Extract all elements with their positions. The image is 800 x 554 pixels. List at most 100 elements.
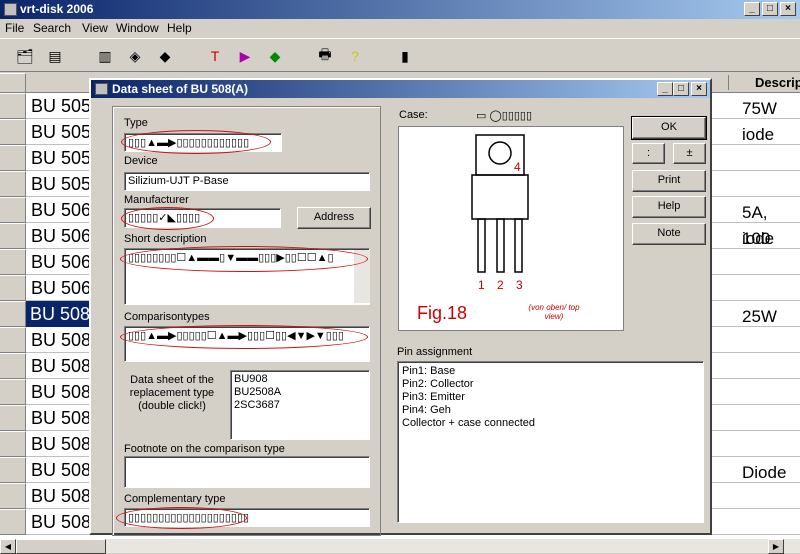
row-header[interactable] — [0, 249, 26, 275]
dialog-title: Data sheet of BU 508(A) — [112, 82, 249, 96]
lead-1 — [477, 218, 486, 273]
row-header[interactable] — [0, 405, 26, 431]
close-button[interactable]: × — [780, 2, 796, 16]
row-header[interactable] — [0, 275, 26, 301]
horizontal-scrollbar[interactable]: ◀ ▶ — [0, 538, 800, 554]
footnote-field[interactable] — [124, 456, 370, 488]
component-name: BU 506 — [31, 200, 92, 220]
plus-minus-button[interactable]: ± — [673, 143, 706, 164]
menubar: File Search View Window Help — [0, 19, 800, 37]
pin-number-4: 4 — [514, 160, 521, 174]
pin-line: Pin3: Emitter — [402, 391, 465, 403]
pin-line: Pin1: Base — [402, 365, 456, 377]
device-field[interactable]: Silizium-UJT P-Base — [124, 172, 370, 191]
ic-icon[interactable]: ◆ — [264, 45, 286, 67]
chip-icon[interactable]: ◈ — [124, 45, 146, 67]
component-name: BU 508 — [31, 408, 92, 428]
minimize-button[interactable]: _ — [744, 2, 760, 16]
component-name: BU 505 — [31, 148, 92, 168]
component-name: BU 508 — [31, 486, 92, 506]
app-title: vrt-disk 2006 — [20, 2, 94, 16]
component-name: BU 508 — [31, 512, 92, 532]
row-header[interactable] — [0, 145, 26, 171]
row-header[interactable] — [0, 509, 26, 535]
note-button[interactable]: Note — [632, 223, 706, 245]
menu-help[interactable]: Help — [167, 21, 192, 35]
lead-3 — [514, 218, 523, 273]
pin-line: Pin4: Geh — [402, 404, 451, 416]
comparison-label: Comparisontypes — [124, 311, 210, 323]
replacement-item[interactable]: BU908 — [234, 373, 366, 386]
lead-2 — [496, 218, 505, 273]
maximize-button[interactable]: □ — [762, 2, 778, 16]
highlight-ellipse — [120, 325, 368, 349]
row-header[interactable] — [0, 379, 26, 405]
complementary-label: Complementary type — [124, 493, 226, 505]
row-header[interactable] — [0, 483, 26, 509]
row-header[interactable] — [0, 353, 26, 379]
case-value: ▭ ◯▯▯▯▯▯ — [476, 110, 533, 122]
row-header[interactable] — [0, 327, 26, 353]
address-button[interactable]: Address — [297, 207, 371, 229]
help-button[interactable]: Help — [632, 196, 706, 218]
list-icon[interactable]: ▤ — [44, 45, 66, 67]
menu-file[interactable]: File — [5, 21, 24, 35]
transistor-icon[interactable]: T — [204, 45, 226, 67]
row-header[interactable] — [0, 93, 26, 119]
scroll-left-icon[interactable]: ◀ — [0, 539, 16, 554]
manufacturer-label: Manufacturer — [124, 194, 189, 206]
help-icon[interactable]: ? — [344, 45, 366, 67]
dialog-icon — [95, 83, 108, 95]
replacement-item[interactable]: 2SC3687 — [234, 399, 366, 412]
thyristor-icon[interactable]: ▶ — [234, 45, 256, 67]
replacement-list[interactable]: BU908 BU2508A 2SC3687 — [230, 370, 370, 440]
exit-icon[interactable]: ▮ — [394, 45, 416, 67]
row-header[interactable] — [0, 431, 26, 457]
ok-button[interactable]: OK — [631, 116, 707, 140]
dialog-maximize-button[interactable]: □ — [673, 82, 689, 96]
row-header[interactable] — [0, 197, 26, 223]
row-header[interactable] — [0, 171, 26, 197]
menu-window[interactable]: Window — [116, 21, 159, 35]
diode-icon[interactable]: ◆ — [154, 45, 176, 67]
pin-number-2: 2 — [497, 278, 504, 292]
component-name: BU 508 — [31, 460, 92, 480]
menu-search[interactable]: Search — [33, 21, 71, 35]
row-header[interactable] — [0, 223, 26, 249]
pin-line: Pin2: Collector — [402, 378, 474, 390]
highlight-ellipse — [121, 207, 214, 230]
row-header[interactable] — [0, 119, 26, 145]
highlight-ellipse — [120, 246, 368, 272]
component-name: BU 506 — [31, 252, 92, 272]
view-note: (von oben/ top view) — [528, 303, 580, 321]
figure-label: Fig.18 — [417, 303, 467, 323]
package-drawing: 4 1 2 3 Fig.18 (von oben/ top view) — [398, 126, 624, 331]
print-button[interactable]: Print — [632, 170, 706, 192]
component-icon[interactable]: ▥ — [94, 45, 116, 67]
scroll-right-icon[interactable]: ▶ — [768, 539, 784, 554]
pin-line: Collector + case connected — [402, 417, 535, 429]
component-name: BU 508 — [26, 301, 92, 327]
row-header[interactable] — [0, 301, 26, 327]
dialog-close-button[interactable]: × — [691, 82, 707, 96]
replacement-item[interactable]: BU2508A — [234, 386, 366, 399]
row-header[interactable] — [0, 457, 26, 483]
component-name: BU 506 — [31, 278, 92, 298]
case-label: Case: — [399, 109, 428, 121]
toolbar: 🗂 ▤ ▥ ◈ ◆ T ▶ ◆ 🖶 ? ▮ — [0, 38, 800, 72]
open-icon[interactable]: 🗂 — [14, 45, 36, 67]
datasheet-dialog: Data sheet of BU 508(A) _ □ × Type ▯▯▯▲▬… — [89, 78, 712, 536]
replacement-label: Data sheet of the replacement type (doub… — [129, 374, 215, 412]
column-header-description[interactable]: Descript — [728, 75, 800, 90]
scroll-thumb[interactable] — [16, 539, 106, 554]
print-icon[interactable]: 🖶 — [314, 45, 336, 67]
pin-assignment-list[interactable]: Pin1: Base Pin2: Collector Pin3: Emitter… — [397, 361, 704, 523]
footnote-label: Footnote on the comparison type — [124, 443, 285, 455]
dialog-minimize-button[interactable]: _ — [657, 82, 673, 96]
component-name: BU 505 — [31, 96, 92, 116]
mounting-hole-icon — [488, 141, 512, 165]
corner-header — [0, 73, 26, 93]
previous-button[interactable]: : — [632, 143, 665, 164]
menu-view[interactable]: View — [82, 21, 108, 35]
component-name: BU 508 — [31, 356, 92, 376]
